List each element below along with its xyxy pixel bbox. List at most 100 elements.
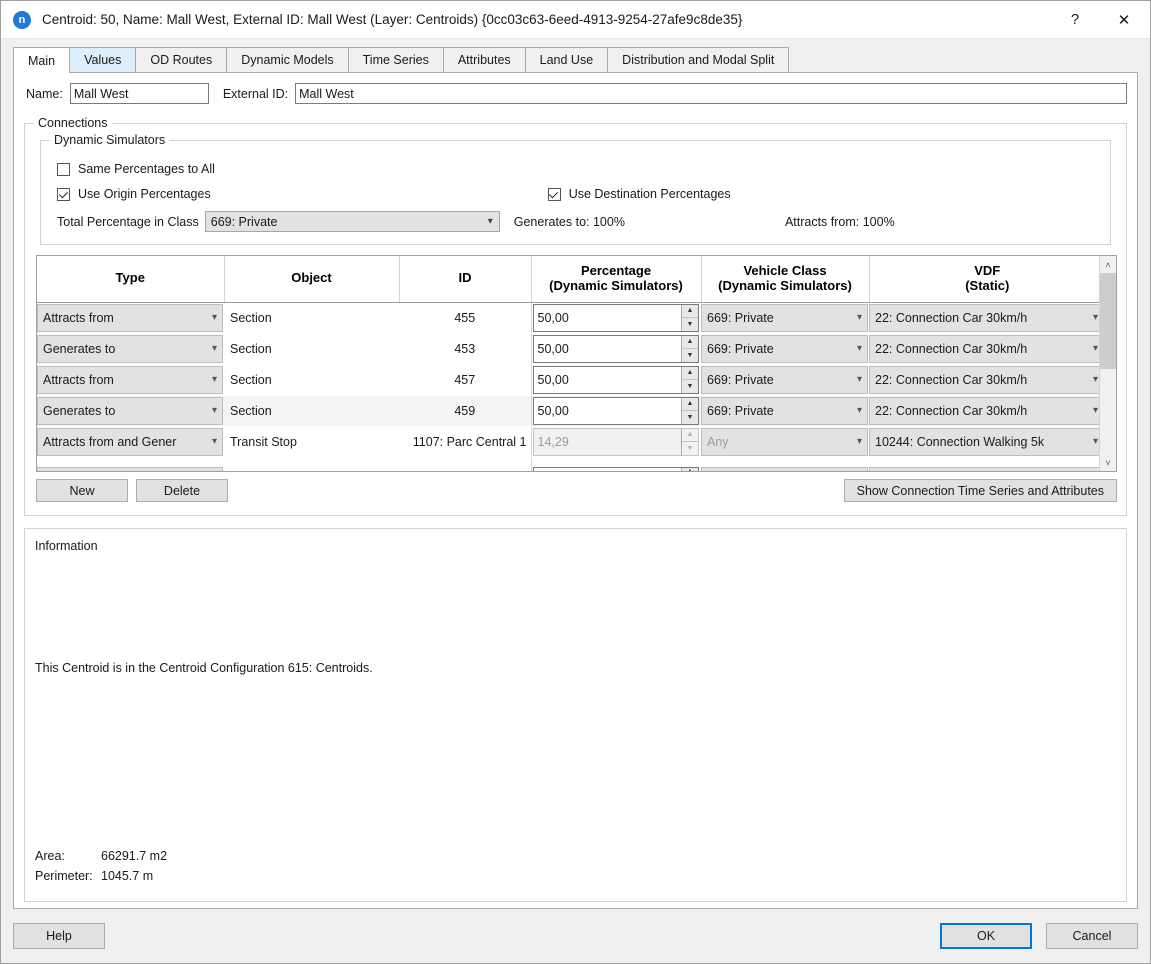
type-select[interactable]: Attracts from ▾ bbox=[37, 366, 223, 394]
new-button[interactable]: New bbox=[36, 479, 128, 502]
stepper-buttons[interactable]: ▲ ▼ bbox=[681, 398, 698, 424]
vehicle-class-select[interactable]: 669: Private ▾ bbox=[701, 335, 868, 363]
col-header-vehicle-class[interactable]: Vehicle Class (Dynamic Simulators) bbox=[701, 256, 869, 302]
percentage-stepper[interactable]: 50,00 ▲ ▼ bbox=[533, 304, 700, 332]
stepper-up-icon[interactable]: ▲ bbox=[682, 336, 698, 349]
col-header-object[interactable]: Object bbox=[224, 256, 399, 302]
cell-vdf[interactable]: 22: Connection Car 30km/h ▾ bbox=[869, 395, 1099, 426]
type-select[interactable] bbox=[37, 467, 223, 471]
vehicle-class-select[interactable] bbox=[701, 467, 868, 471]
tab-land-use[interactable]: Land Use bbox=[525, 47, 609, 72]
cell-vehicle-class[interactable]: 669: Private ▾ bbox=[701, 364, 869, 395]
cell-vdf[interactable]: 22: Connection Car 30km/h ▾ bbox=[869, 302, 1099, 333]
stepper-buttons[interactable]: ▲ ▼ bbox=[681, 305, 698, 331]
table-row[interactable]: Attracts from ▾ Section 457 bbox=[37, 364, 1099, 395]
tab-time-series[interactable]: Time Series bbox=[348, 47, 444, 72]
connections-table-scrollbar[interactable]: ˄ ˅ bbox=[1099, 256, 1116, 471]
percentage-stepper[interactable]: 50,00 ▲ ▼ bbox=[533, 335, 700, 363]
stepper-up-icon[interactable]: ▲ bbox=[682, 367, 698, 380]
tab-od-routes[interactable]: OD Routes bbox=[135, 47, 227, 72]
id-value: 459 bbox=[399, 404, 531, 418]
cell-type[interactable]: Attracts from ▾ bbox=[37, 364, 224, 395]
name-input[interactable] bbox=[70, 83, 209, 104]
type-select[interactable]: Attracts from and Gener ▾ bbox=[37, 428, 223, 456]
scroll-down-icon[interactable]: ˅ bbox=[1100, 454, 1116, 471]
table-row[interactable]: Generates to ▾ Section 453 bbox=[37, 333, 1099, 364]
percentage-stepper[interactable]: ▲ bbox=[533, 467, 700, 471]
type-select[interactable]: Generates to ▾ bbox=[37, 397, 223, 425]
scrollbar-thumb[interactable] bbox=[1100, 273, 1116, 369]
cell-type[interactable]: Attracts from ▾ bbox=[37, 302, 224, 333]
cell-vehicle-class[interactable] bbox=[701, 457, 869, 471]
external-id-input[interactable] bbox=[295, 83, 1127, 104]
cell-percentage[interactable]: 50,00 ▲ ▼ bbox=[531, 395, 701, 426]
col-header-type[interactable]: Type bbox=[37, 256, 224, 302]
percentage-stepper[interactable]: 50,00 ▲ ▼ bbox=[533, 397, 700, 425]
use-origin-percentages-label: Use Origin Percentages bbox=[78, 187, 211, 201]
stepper-up-icon[interactable]: ▲ bbox=[682, 468, 698, 471]
tab-attributes[interactable]: Attributes bbox=[443, 47, 526, 72]
stepper-buttons[interactable]: ▲ bbox=[681, 468, 698, 471]
same-percentages-row[interactable]: Same Percentages to All bbox=[57, 158, 1100, 180]
percentage-stepper[interactable]: 50,00 ▲ ▼ bbox=[533, 366, 700, 394]
stepper-down-icon[interactable]: ▼ bbox=[682, 349, 698, 362]
show-connection-time-series-button[interactable]: Show Connection Time Series and Attribut… bbox=[844, 479, 1117, 502]
cell-percentage[interactable]: 50,00 ▲ ▼ bbox=[531, 364, 701, 395]
vdf-select[interactable] bbox=[869, 467, 1099, 471]
cell-vehicle-class[interactable]: 669: Private ▾ bbox=[701, 395, 869, 426]
tab-dynamic-models[interactable]: Dynamic Models bbox=[226, 47, 348, 72]
cell-vehicle-class[interactable]: 669: Private ▾ bbox=[701, 333, 869, 364]
cell-vehicle-class[interactable]: 669: Private ▾ bbox=[701, 302, 869, 333]
vdf-select[interactable]: 22: Connection Car 30km/h ▾ bbox=[869, 366, 1099, 394]
cell-percentage[interactable]: ▲ bbox=[531, 457, 701, 471]
delete-button[interactable]: Delete bbox=[136, 479, 228, 502]
scrollbar-track[interactable] bbox=[1100, 273, 1116, 454]
total-percentage-class-select[interactable]: 669: Private ▾ bbox=[205, 211, 500, 232]
help-icon[interactable]: ? bbox=[1052, 1, 1098, 39]
stepper-buttons[interactable]: ▲ ▼ bbox=[681, 336, 698, 362]
same-percentages-checkbox[interactable] bbox=[57, 163, 70, 176]
stepper-buttons[interactable]: ▲ ▼ bbox=[681, 367, 698, 393]
stepper-up-icon[interactable]: ▲ bbox=[682, 398, 698, 411]
vehicle-class-select[interactable]: 669: Private ▾ bbox=[701, 366, 868, 394]
table-row[interactable]: Generates to ▾ Section 459 bbox=[37, 395, 1099, 426]
cell-vdf[interactable]: 22: Connection Car 30km/h ▾ bbox=[869, 364, 1099, 395]
ok-button[interactable]: OK bbox=[940, 923, 1032, 949]
col-header-id[interactable]: ID bbox=[399, 256, 531, 302]
tab-main[interactable]: Main bbox=[13, 47, 70, 73]
cell-type[interactable] bbox=[37, 457, 224, 471]
vehicle-class-select[interactable]: 669: Private ▾ bbox=[701, 304, 868, 332]
cell-type[interactable]: Generates to ▾ bbox=[37, 333, 224, 364]
table-row[interactable]: Attracts from ▾ Section 455 bbox=[37, 302, 1099, 333]
cell-type[interactable]: Generates to ▾ bbox=[37, 395, 224, 426]
table-row[interactable]: Attracts from and Gener ▾ Transit Stop 1… bbox=[37, 426, 1099, 457]
stepper-down-icon[interactable]: ▼ bbox=[682, 411, 698, 424]
cell-vdf[interactable]: 22: Connection Car 30km/h ▾ bbox=[869, 333, 1099, 364]
cell-vdf[interactable] bbox=[869, 457, 1099, 471]
type-select[interactable]: Generates to ▾ bbox=[37, 335, 223, 363]
vdf-select[interactable]: 22: Connection Car 30km/h ▾ bbox=[869, 335, 1099, 363]
col-header-percentage[interactable]: Percentage (Dynamic Simulators) bbox=[531, 256, 701, 302]
cell-percentage[interactable]: 50,00 ▲ ▼ bbox=[531, 302, 701, 333]
help-button[interactable]: Help bbox=[13, 923, 105, 949]
use-destination-percentages-checkbox[interactable] bbox=[548, 188, 561, 201]
vdf-select[interactable]: 22: Connection Car 30km/h ▾ bbox=[869, 397, 1099, 425]
stepper-down-icon[interactable]: ▼ bbox=[682, 380, 698, 393]
tab-distribution-and-modal-split[interactable]: Distribution and Modal Split bbox=[607, 47, 789, 72]
cell-vdf[interactable]: 10244: Connection Walking 5k ▾ bbox=[869, 426, 1099, 457]
type-select[interactable]: Attracts from ▾ bbox=[37, 304, 223, 332]
cell-percentage[interactable]: 50,00 ▲ ▼ bbox=[531, 333, 701, 364]
stepper-down-icon[interactable]: ▼ bbox=[682, 318, 698, 331]
vdf-select[interactable]: 10244: Connection Walking 5k ▾ bbox=[869, 428, 1099, 456]
use-origin-percentages-checkbox[interactable] bbox=[57, 188, 70, 201]
cell-type[interactable]: Attracts from and Gener ▾ bbox=[37, 426, 224, 457]
cancel-button[interactable]: Cancel bbox=[1046, 923, 1138, 949]
stepper-up-icon[interactable]: ▲ bbox=[682, 305, 698, 318]
tab-values[interactable]: Values bbox=[69, 47, 136, 72]
col-header-vdf[interactable]: VDF (Static) bbox=[869, 256, 1099, 302]
vdf-select[interactable]: 22: Connection Car 30km/h ▾ bbox=[869, 304, 1099, 332]
vehicle-class-select[interactable]: 669: Private ▾ bbox=[701, 397, 868, 425]
table-row-partial[interactable]: ▲ bbox=[37, 457, 1099, 471]
scroll-up-icon[interactable]: ˄ bbox=[1100, 256, 1116, 273]
close-icon[interactable]: ✕ bbox=[1098, 1, 1150, 39]
